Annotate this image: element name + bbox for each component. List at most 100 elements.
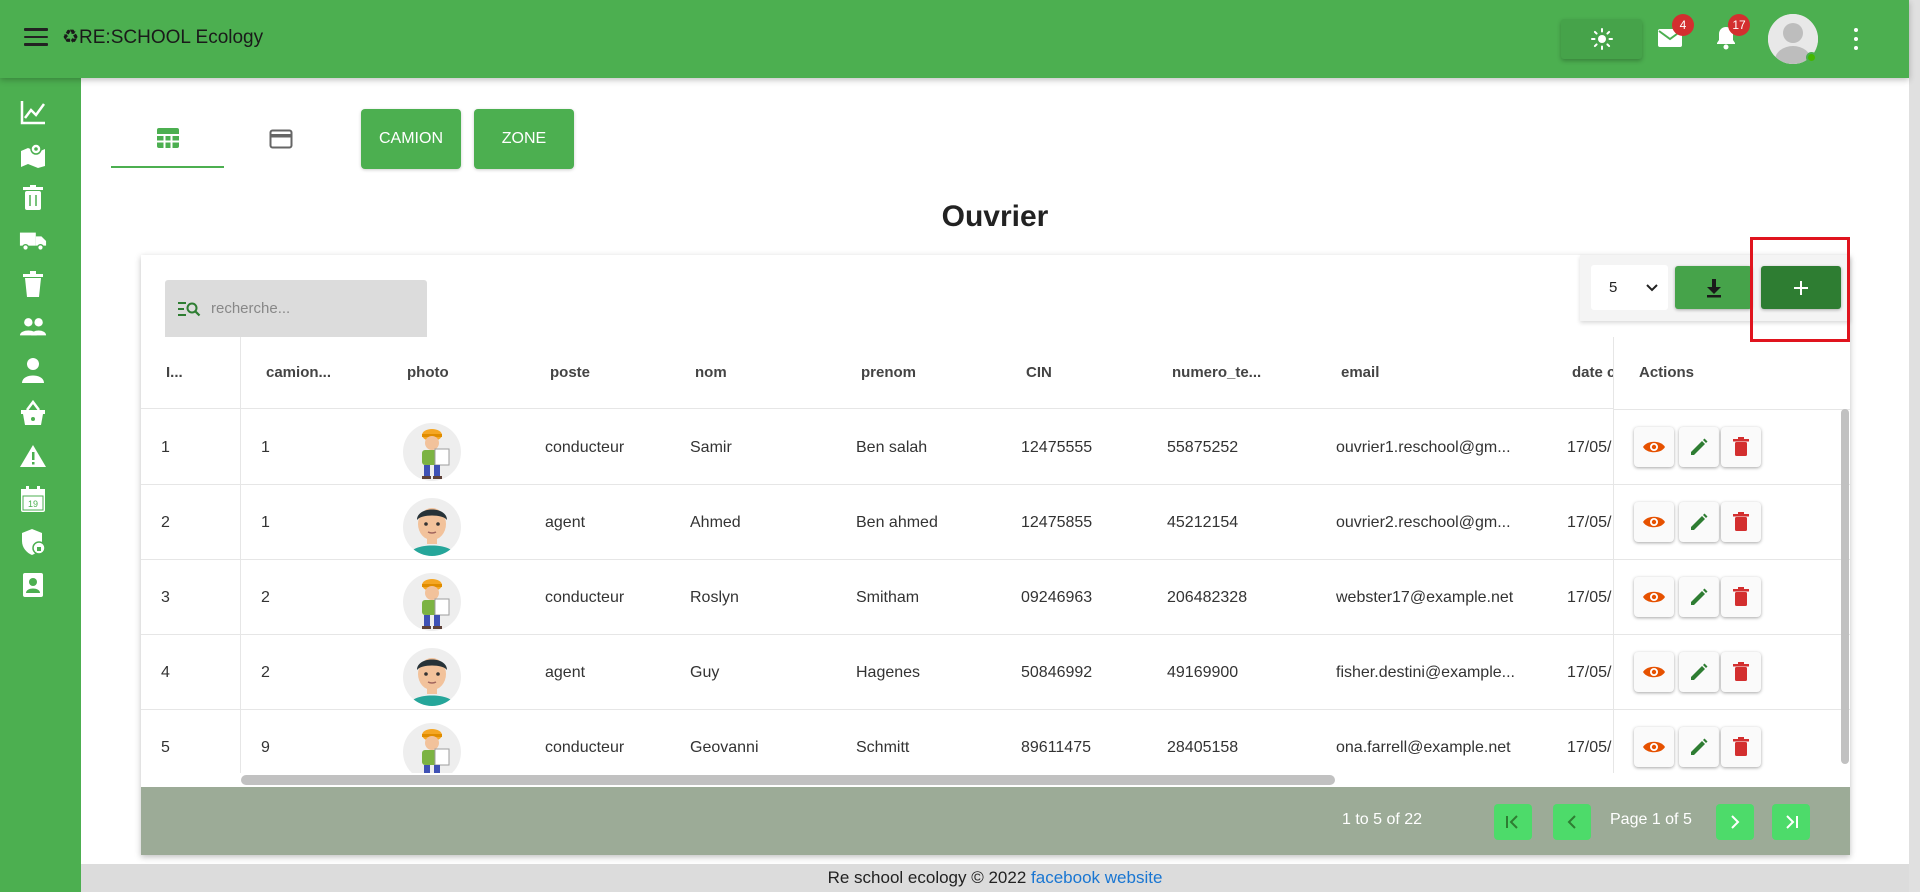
cell-numero-tel: 206482328 (1167, 589, 1248, 606)
last-page-button[interactable] (1772, 804, 1810, 840)
more-vert-icon[interactable] (1852, 28, 1860, 50)
first-page-icon (1506, 815, 1518, 829)
calendar-icon[interactable]: 19 (19, 485, 47, 513)
col-header-poste[interactable]: poste (550, 337, 630, 409)
card-view-icon (269, 129, 292, 149)
next-page-button[interactable] (1716, 804, 1754, 840)
cell-prenom: Ben salah (856, 439, 928, 456)
map-icon[interactable] (19, 141, 47, 169)
table-row[interactable]: 1 1 conducteur Samir Ben salah 12475555 558752… (141, 410, 1850, 485)
facebook-link[interactable]: facebook (1031, 868, 1100, 887)
delete-icon (1733, 737, 1749, 757)
cell-date: 17/05/ (1567, 739, 1612, 756)
cell-prenom: Ben ahmed (856, 514, 938, 531)
edit-button[interactable] (1679, 502, 1719, 542)
view-button[interactable] (1634, 652, 1674, 692)
search-input[interactable] (211, 300, 411, 317)
window-scrollbar[interactable] (1909, 0, 1920, 892)
cell-numero-tel: 45212154 (1167, 514, 1239, 531)
camion-button[interactable]: CAMION (361, 109, 461, 169)
zone-button[interactable]: ZONE (474, 109, 574, 169)
cell-date: 17/05/ (1567, 589, 1612, 606)
notifications-button[interactable]: 17 (1710, 14, 1750, 54)
vertical-scrollbar[interactable] (1841, 409, 1849, 764)
cell-camion: 2 (261, 664, 270, 681)
eye-icon (1642, 589, 1666, 605)
person-icon[interactable] (19, 356, 47, 384)
bin-icon[interactable] (19, 270, 47, 298)
rows-per-page-select[interactable]: 5 (1591, 265, 1668, 310)
col-header-email[interactable]: email (1341, 337, 1421, 409)
row-divider (1614, 709, 1850, 710)
col-header-date[interactable]: date c (1572, 337, 1613, 409)
edit-button[interactable] (1679, 727, 1719, 767)
calendar-day: 19 (28, 499, 38, 509)
notifications-badge: 17 (1728, 14, 1750, 36)
contact-icon[interactable] (19, 571, 47, 599)
avatar (403, 648, 461, 706)
chevron-left-icon (1567, 815, 1576, 829)
edit-button[interactable] (1679, 427, 1719, 467)
tab-card-view[interactable] (224, 110, 337, 168)
tab-table-view[interactable] (111, 110, 224, 168)
cell-id: 1 (161, 439, 170, 456)
first-page-button[interactable] (1494, 804, 1532, 840)
chart-icon[interactable] (19, 98, 47, 126)
table-row[interactable]: 4 2 agent Guy Hagenes 50846992 49169900 fisher.… (141, 635, 1850, 710)
download-button[interactable] (1675, 266, 1752, 309)
delete-icon (1733, 662, 1749, 682)
theme-toggle-button[interactable] (1561, 19, 1642, 59)
col-header-cin[interactable]: CIN (1026, 337, 1106, 409)
delete-button[interactable] (1721, 727, 1761, 767)
delete-button[interactable] (1721, 652, 1761, 692)
edit-button[interactable] (1679, 577, 1719, 617)
pencil-icon (1689, 587, 1709, 607)
view-button[interactable] (1634, 502, 1674, 542)
row-divider (1614, 634, 1850, 635)
delete-button[interactable] (1721, 577, 1761, 617)
col-header-camion[interactable]: camion... (266, 337, 344, 409)
eye-icon (1642, 439, 1666, 455)
view-button[interactable] (1634, 577, 1674, 617)
pencil-icon (1689, 737, 1709, 757)
view-button[interactable] (1634, 427, 1674, 467)
data-table: I... camion... photo poste nom prenom CI… (141, 337, 1850, 773)
col-header-numero-tel[interactable]: numero_te... (1172, 337, 1272, 409)
col-header-nom[interactable]: nom (695, 337, 775, 409)
previous-page-button[interactable] (1553, 804, 1591, 840)
top-app-bar: ♻RE:SCHOOL Ecology 4 17 (0, 0, 1909, 78)
cell-prenom: Smitham (856, 589, 920, 606)
search-filter-icon (178, 301, 201, 316)
table-row[interactable]: 5 9 conducteur Geovanni Schmitt 89611475 28405… (141, 710, 1850, 773)
pencil-icon (1689, 662, 1709, 682)
col-header-photo[interactable]: photo (407, 337, 487, 409)
cell-cin: 89611475 (1021, 739, 1091, 756)
warning-icon[interactable] (19, 442, 47, 470)
cell-email: webster17@example.net (1336, 589, 1514, 606)
security-icon[interactable] (19, 528, 47, 556)
page-indicator: Page 1 of 5 (1610, 811, 1692, 828)
sun-icon (1590, 28, 1613, 50)
cell-camion: 9 (261, 739, 270, 756)
view-button[interactable] (1634, 727, 1674, 767)
table-row[interactable]: 3 2 conducteur Roslyn Smitham 09246963 2064823… (141, 560, 1850, 635)
col-header-prenom[interactable]: prenom (861, 337, 941, 409)
menu-icon[interactable] (24, 28, 48, 48)
avatar (403, 423, 461, 481)
basket-icon[interactable] (19, 399, 47, 427)
mail-button[interactable]: 4 (1654, 14, 1694, 54)
website-link[interactable]: website (1105, 868, 1163, 887)
cell-poste: conducteur (545, 439, 625, 456)
group-icon[interactable] (19, 313, 47, 341)
delete-button[interactable] (1721, 502, 1761, 542)
search-field[interactable] (165, 280, 427, 337)
row-divider (1614, 484, 1850, 485)
table-header: I... camion... photo poste nom prenom CI… (141, 337, 1850, 409)
cell-date: 17/05/ (1567, 514, 1612, 531)
col-header-id[interactable]: I... (166, 337, 206, 409)
edit-button[interactable] (1679, 652, 1719, 692)
horizontal-scrollbar[interactable] (241, 775, 1335, 785)
table-row[interactable]: 2 1 agent Ahmed Ben ahmed 12475855 45212154 ouv… (141, 485, 1850, 560)
cell-cin: 12475855 (1021, 514, 1093, 531)
delete-button[interactable] (1721, 427, 1761, 467)
